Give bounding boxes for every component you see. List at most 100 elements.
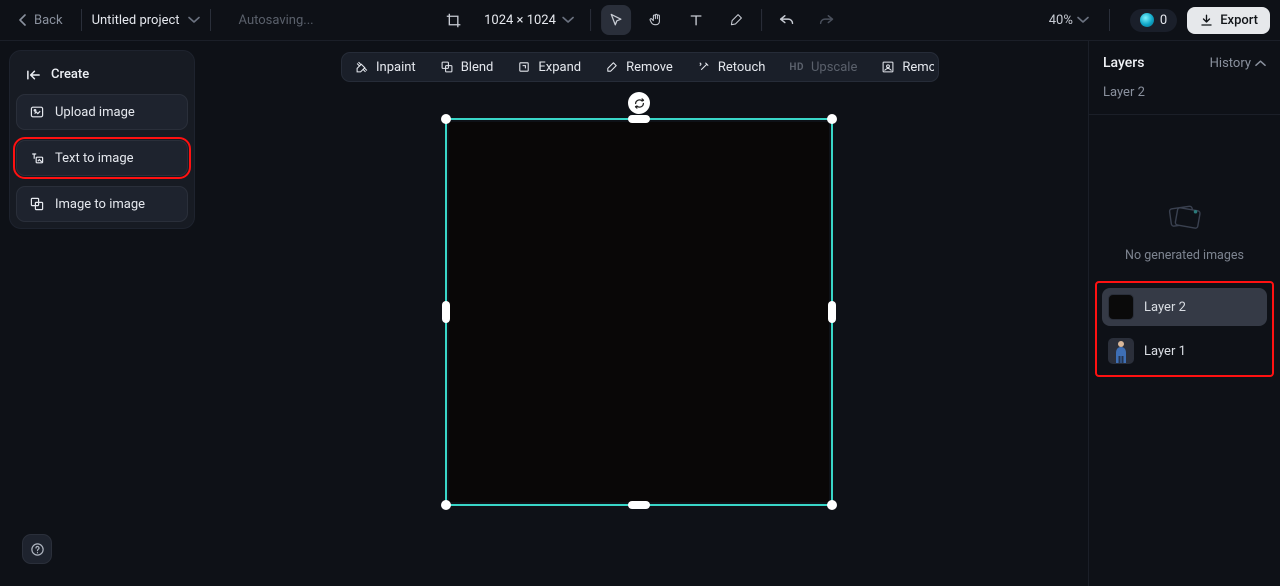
resize-handle-bl[interactable] [441,500,451,510]
retouch-icon [697,60,711,74]
upload-icon [29,104,45,120]
redo-button[interactable] [812,5,842,35]
resize-handle-tr[interactable] [827,114,837,124]
help-button[interactable] [22,534,52,564]
credits-value: 0 [1160,13,1167,28]
blend-label: Blend [461,60,494,75]
text-icon [688,12,704,28]
back-button[interactable]: Back [10,9,71,32]
select-tool[interactable] [601,5,631,35]
text-to-image-button[interactable]: Text to image [16,140,188,176]
zoom-value: 40% [1049,13,1073,28]
layers-title: Layers [1103,55,1144,71]
resize-handle-left[interactable] [442,301,450,323]
help-icon [30,542,45,557]
chevron-down-icon [188,16,200,24]
layer-label: Layer 1 [1144,344,1186,359]
generations-empty: No generated images [1089,115,1280,277]
hand-icon [648,12,664,28]
resize-handle-right[interactable] [828,301,836,323]
project-title[interactable]: Untitled project [92,13,200,28]
remove-background-button[interactable]: Remove back… [870,55,934,80]
layer-label: Layer 2 [1144,300,1186,315]
image-to-image-icon [29,196,45,212]
resize-handle-top[interactable] [628,115,650,123]
credits-pill[interactable]: 0 [1130,9,1177,32]
person-thumbnail-icon [1112,339,1130,363]
export-button[interactable]: Export [1187,7,1270,34]
remove-bg-label: Remove back… [902,60,934,75]
layers-list-highlight: Layer 2 Layer 1 [1095,281,1274,377]
inpaint-icon [355,60,369,74]
retouch-button[interactable]: Retouch [686,55,777,80]
hand-tool[interactable] [641,5,671,35]
chevron-down-icon [1077,16,1089,24]
canvas-content [449,122,829,502]
layer-thumbnail [1108,294,1134,320]
canvas-size-selector[interactable]: 1024 × 1024 [478,13,580,28]
retouch-label: Retouch [718,60,766,75]
topbar: Back Untitled project Autosaving... 1024… [0,0,1280,41]
credit-coin-icon [1140,13,1154,27]
history-toggle[interactable]: History [1210,56,1266,71]
image-to-image-button[interactable]: Image to image [16,186,188,222]
layer-row-2[interactable]: Layer 2 [1102,288,1267,326]
separator [81,9,82,31]
action-bar: Inpaint Blend Expand Remove Retouch HD U… [341,52,939,82]
export-label: Export [1220,13,1258,28]
undo-button[interactable] [772,5,802,35]
remove-label: Remove [626,60,673,75]
refresh-icon [633,97,646,110]
separator [1109,9,1110,31]
separator [210,9,211,31]
upload-image-button[interactable]: Upload image [16,94,188,130]
chevron-down-icon [562,16,574,24]
crop-icon [445,12,462,29]
brush-icon [728,12,744,28]
expand-icon [517,60,531,74]
undo-icon [778,13,795,27]
zoom-selector[interactable]: 40% [1049,13,1089,28]
eraser-icon [605,60,619,74]
topbar-left: Back Untitled project Autosaving... [10,9,314,32]
fit-canvas-button[interactable] [438,5,468,35]
remove-button[interactable]: Remove [594,55,684,80]
selected-layer-name: Layer 2 [1089,79,1280,115]
layer-row-1[interactable]: Layer 1 [1102,332,1267,370]
remove-bg-icon [881,60,895,74]
upscale-label: Upscale [811,60,857,75]
text-tool[interactable] [681,5,711,35]
inpaint-button[interactable]: Inpaint [344,55,427,80]
project-title-text: Untitled project [92,13,180,28]
autosave-status: Autosaving... [239,13,314,28]
topbar-right: 40% 0 Export [1049,7,1270,34]
i2i-label: Image to image [55,197,145,212]
layers-header: Layers History [1089,41,1280,79]
history-label: History [1210,56,1251,71]
create-title: Create [51,67,89,82]
regenerate-button[interactable] [628,92,650,114]
canvas-size-text: 1024 × 1024 [484,13,556,28]
separator [590,9,591,31]
brush-tool[interactable] [721,5,751,35]
download-icon [1199,13,1214,28]
create-header: Create [16,57,188,94]
resize-handle-bottom[interactable] [628,501,650,509]
images-stack-icon [1164,200,1206,234]
resize-handle-br[interactable] [827,500,837,510]
back-label: Back [34,13,63,28]
canvas-selection[interactable] [445,118,833,506]
hd-badge: HD [789,62,804,73]
topbar-center: 1024 × 1024 [438,5,842,35]
collapse-left-icon[interactable] [26,69,41,81]
resize-handle-tl[interactable] [441,114,451,124]
expand-label: Expand [538,60,581,75]
chevron-left-icon [18,14,28,26]
inpaint-label: Inpaint [376,60,416,75]
expand-button[interactable]: Expand [506,55,592,80]
upscale-button[interactable]: HD Upscale [778,55,868,80]
blend-button[interactable]: Blend [429,55,505,80]
chevron-up-icon [1255,59,1266,67]
t2i-label: Text to image [55,151,134,166]
blend-icon [440,60,454,74]
